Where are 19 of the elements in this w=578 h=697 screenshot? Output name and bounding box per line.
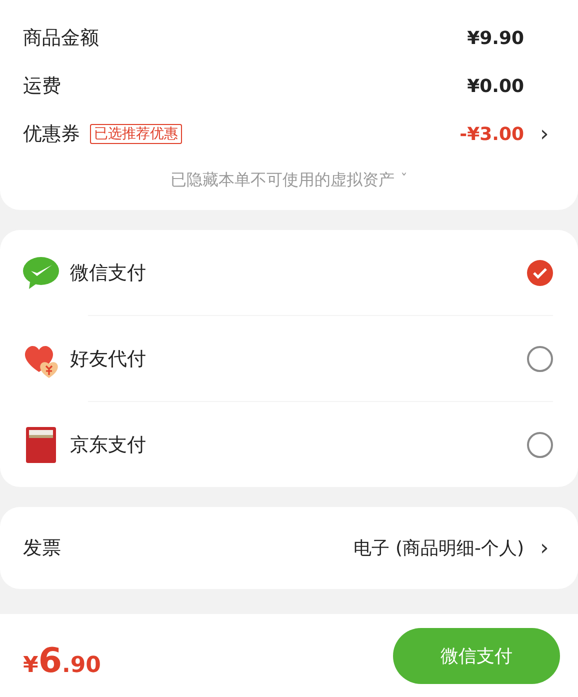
discount-value: -¥3.00 <box>460 124 524 144</box>
total-price: ¥6.90 <box>23 640 101 680</box>
coupon-tag: 已选推荐优惠 <box>90 124 182 144</box>
radio-button[interactable] <box>527 346 553 372</box>
row-label: 发票 <box>23 536 61 561</box>
amount-value: ¥0.00 <box>467 76 524 96</box>
payment-option[interactable]: 好友代付 <box>70 346 146 372</box>
radio-button[interactable] <box>527 432 553 458</box>
payment-option[interactable]: 微信支付 <box>70 260 146 286</box>
row-label: 运费 <box>23 74 61 99</box>
row-label: 优惠券 <box>23 122 80 147</box>
check-icon <box>533 266 547 278</box>
chevron-icon[interactable]: › <box>540 536 556 560</box>
chevron-icon[interactable]: › <box>540 122 556 146</box>
radio-button[interactable] <box>527 260 553 286</box>
payment-option[interactable]: 京东支付 <box>70 432 146 458</box>
amount-value: ¥9.90 <box>467 28 524 48</box>
row-label: 商品金额 <box>23 26 99 51</box>
invoice-value[interactable]: 电子 (商品明细-个人) <box>354 536 524 560</box>
